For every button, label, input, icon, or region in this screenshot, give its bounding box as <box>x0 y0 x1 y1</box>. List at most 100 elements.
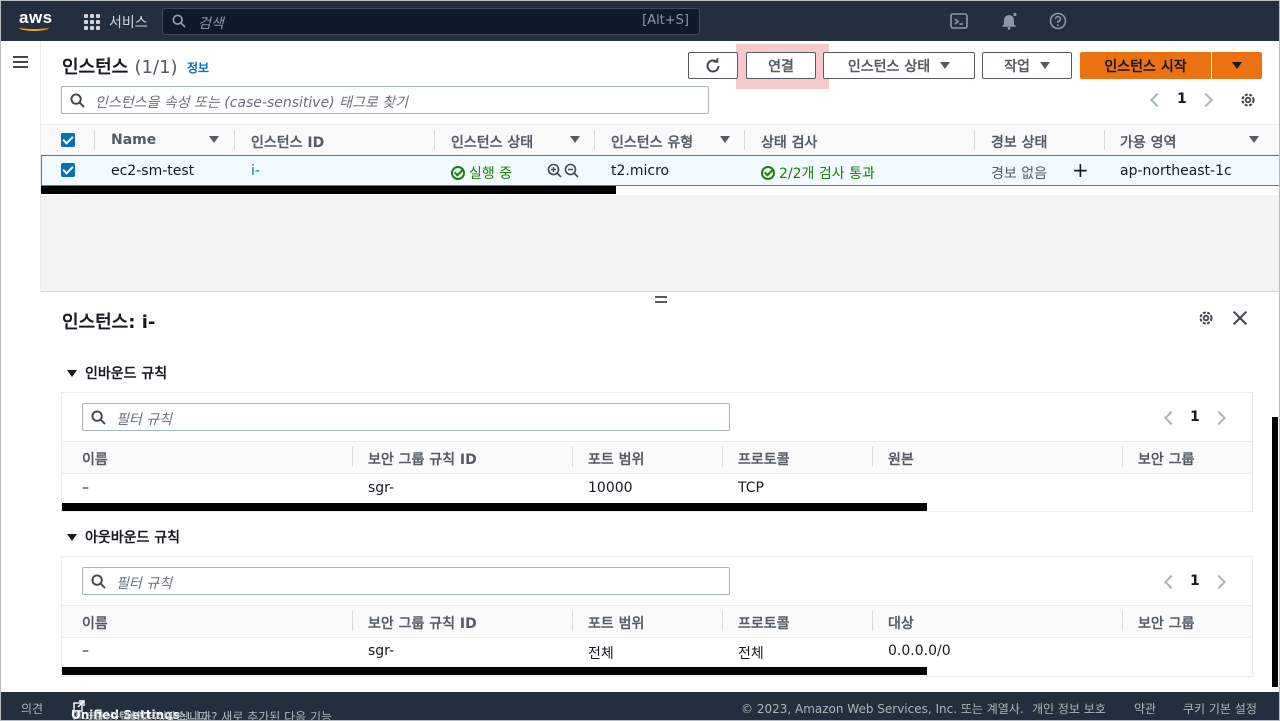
add-alarm-plus-icon[interactable]: + <box>1072 158 1089 182</box>
notifications-bell-icon[interactable] <box>1000 12 1018 30</box>
detail-panel-title: 인스턴스: i- <box>62 312 156 333</box>
detail-settings-gear-icon[interactable] <box>1197 309 1215 327</box>
col-instance-type[interactable]: 인스턴스 유형 <box>611 132 693 152</box>
global-search-placeholder: 검색 <box>198 16 224 32</box>
refresh-button[interactable] <box>688 52 738 79</box>
prev-page-icon[interactable] <box>1163 410 1179 426</box>
col-protocol[interactable]: 프로토콜 <box>738 449 790 469</box>
info-link[interactable]: 정보 <box>187 59 209 76</box>
launch-instances-button[interactable]: 인스턴스 시작 <box>1080 52 1211 79</box>
col-port-range[interactable]: 포트 범위 <box>588 613 644 633</box>
sort-caret-icon[interactable] <box>720 136 730 143</box>
rule-id: sgr- <box>368 643 395 659</box>
side-menu-hamburger-icon[interactable] <box>13 56 28 68</box>
outbound-filter-placeholder: 필터 규칙 <box>116 576 172 592</box>
rule-protocol: TCP <box>738 480 764 496</box>
prev-page-icon[interactable] <box>1149 92 1165 108</box>
col-name[interactable]: 이름 <box>82 613 108 633</box>
status-check-text: 2/2개 검사 통과 <box>779 166 875 182</box>
col-security-group[interactable]: 보안 그룹 <box>1138 449 1194 469</box>
instance-id-link[interactable]: i- <box>251 163 260 179</box>
inbound-rules-toggle[interactable]: 인바운드 규칙 <box>67 363 167 383</box>
col-security-group[interactable]: 보안 그룹 <box>1138 613 1194 633</box>
next-page-icon[interactable] <box>1211 574 1227 590</box>
col-availability-zone[interactable]: 가용 영역 <box>1120 132 1176 152</box>
search-icon <box>91 574 106 589</box>
caret-down-icon <box>1039 62 1050 69</box>
instance-state-dropdown[interactable]: 인스턴스 상태 <box>823 52 975 79</box>
inbound-current-page[interactable]: 1 <box>1190 409 1200 425</box>
current-page[interactable]: 1 <box>1177 91 1187 107</box>
sort-caret-icon[interactable] <box>1249 136 1259 143</box>
refresh-icon <box>706 57 720 72</box>
launch-options-dropdown[interactable] <box>1212 52 1262 79</box>
sort-caret-icon[interactable] <box>570 136 580 143</box>
search-icon <box>172 14 186 28</box>
services-grid-icon[interactable] <box>84 14 100 30</box>
col-alarm-status[interactable]: 경보 상태 <box>991 132 1047 152</box>
table-horizontal-scrollbar[interactable] <box>41 186 616 194</box>
outbound-horizontal-scrollbar[interactable] <box>62 667 927 675</box>
rule-name: – <box>82 480 89 496</box>
help-icon[interactable] <box>1049 12 1067 30</box>
top-navigation: aws 서비스 검색 [Alt+S] <box>1 1 1279 41</box>
col-instance-state[interactable]: 인스턴스 상태 <box>451 132 533 152</box>
col-destination[interactable]: 대상 <box>888 613 914 633</box>
actions-dropdown[interactable]: 작업 <box>982 52 1072 79</box>
table-row[interactable]: – sgr- 10000 TCP <box>62 480 1252 502</box>
instance-state-text: 실행 중 <box>469 166 513 182</box>
outbound-current-page[interactable]: 1 <box>1190 573 1200 589</box>
row-checkbox[interactable] <box>61 163 75 177</box>
rule-destination: 0.0.0.0/0 <box>888 643 951 659</box>
instances-search-placeholder: 인스턴스을 속성 또는 (case-sensitive) 태그로 찾기 <box>95 95 408 111</box>
col-rule-id[interactable]: 보안 그룹 규칙 ID <box>368 449 477 469</box>
inbound-rules-table: 필터 규칙 1 이름 보안 그룹 규칙 ID 포트 범위 프로토콜 원본 보안 … <box>61 392 1253 512</box>
close-icon[interactable] <box>1232 310 1248 326</box>
split-panel-drag-handle[interactable] <box>655 296 667 303</box>
caret-down-icon <box>1232 62 1242 69</box>
success-check-icon <box>451 166 465 180</box>
cookie-preferences-link[interactable]: 쿠키 기본 설정 <box>1183 700 1257 717</box>
col-instance-id[interactable]: 인스턴스 ID <box>251 132 324 152</box>
table-row[interactable]: – sgr- 전체 전체 0.0.0.0/0 <box>62 643 1252 665</box>
next-page-icon[interactable] <box>1211 410 1227 426</box>
instances-title: 인스턴스 (1/1) <box>62 53 178 79</box>
search-shortcut: [Alt+S] <box>642 13 689 28</box>
connect-button[interactable]: 연결 <box>746 52 816 79</box>
outbound-rules-toggle[interactable]: 아웃바운드 규칙 <box>67 527 180 547</box>
services-menu[interactable]: 서비스 <box>109 12 148 32</box>
next-page-icon[interactable] <box>1198 92 1214 108</box>
sort-caret-icon[interactable] <box>209 136 219 143</box>
outbound-filter-input[interactable]: 필터 규칙 <box>82 567 730 595</box>
status-check: 2/2개 검사 통과 <box>761 163 875 183</box>
col-name[interactable]: 이름 <box>82 449 108 469</box>
privacy-link[interactable]: 개인 정보 보호 <box>1032 700 1106 717</box>
zoom-in-out-icon[interactable] <box>547 163 581 179</box>
detail-vertical-scrollbar[interactable] <box>1272 417 1278 687</box>
copyright: © 2023, Amazon Web Services, Inc. 또는 계열사… <box>741 702 1024 716</box>
col-protocol[interactable]: 프로토콜 <box>738 613 790 633</box>
aws-logo[interactable]: aws <box>18 8 52 33</box>
col-name[interactable]: Name <box>111 132 156 148</box>
col-status-check[interactable]: 상태 검사 <box>761 132 817 152</box>
inbound-filter-input[interactable]: 필터 규칙 <box>82 403 730 431</box>
instances-title-text: 인스턴스 <box>62 57 129 78</box>
inbound-horizontal-scrollbar[interactable] <box>62 503 927 511</box>
preferences-gear-icon[interactable] <box>1239 91 1257 109</box>
feedback-link[interactable]: 의견 <box>21 700 43 717</box>
select-all-checkbox[interactable] <box>61 133 75 147</box>
instance-type: t2.micro <box>611 163 670 179</box>
terms-link[interactable]: 약관 <box>1134 700 1156 717</box>
instances-search-input[interactable]: 인스턴스을 속성 또는 (case-sensitive) 태그로 찾기 <box>61 86 709 114</box>
col-rule-id[interactable]: 보안 그룹 규칙 ID <box>368 613 477 633</box>
instance-name: ec2-sm-test <box>111 163 195 179</box>
table-row[interactable]: ec2-sm-test i- 실행 중 t2.micro 2/2개 검사 통과 … <box>41 155 1279 186</box>
global-search-input[interactable]: 검색 [Alt+S] <box>162 8 700 35</box>
col-port-range[interactable]: 포트 범위 <box>588 449 644 469</box>
instance-state: 실행 중 <box>451 163 512 183</box>
prev-page-icon[interactable] <box>1163 574 1179 590</box>
availability-zone: ap-northeast-1c <box>1120 163 1232 179</box>
col-source[interactable]: 원본 <box>888 449 914 469</box>
instances-count: (1/1) <box>134 57 178 78</box>
cloudshell-icon[interactable] <box>950 12 968 30</box>
